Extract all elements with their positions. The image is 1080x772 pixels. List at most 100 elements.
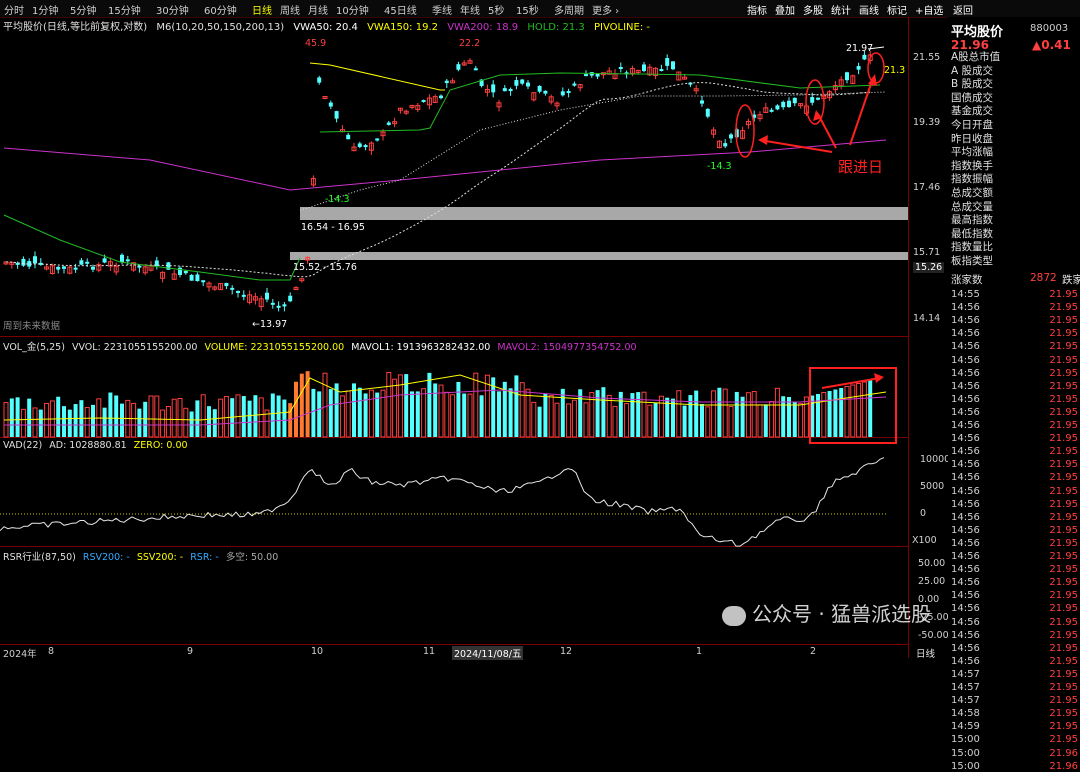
candle-body: [729, 134, 733, 139]
volume-bar: [676, 390, 682, 438]
volume-bar: [606, 394, 612, 438]
arrow-head: [874, 373, 884, 383]
candle-body: [439, 95, 443, 99]
candle-body: [700, 100, 704, 104]
candle-body: [775, 105, 780, 110]
high-label-1: 45.9: [305, 38, 327, 49]
candle-body: [224, 282, 229, 287]
candle-body: [236, 290, 240, 293]
tick-price: 21.95: [1049, 354, 1078, 366]
tick-price: 21.96: [1049, 760, 1078, 772]
volume-bar: [537, 406, 542, 437]
candle-body: [137, 265, 142, 268]
tick-time: 14:56: [951, 616, 980, 628]
volume-bar: [160, 409, 166, 438]
volume-bar: [137, 408, 142, 437]
volume-bar: [525, 388, 531, 438]
follow-through-day-note: 跟进日: [838, 158, 884, 176]
tick-price: 21.95: [1049, 328, 1078, 340]
volume-bar: [787, 396, 791, 437]
volume-bar: [120, 403, 124, 437]
tick-price: 21.95: [1049, 642, 1078, 654]
candle-body: [386, 122, 391, 125]
vad-legend-name: VAD(22): [3, 440, 43, 451]
volume-bar: [131, 402, 137, 438]
volume-bar: [479, 395, 484, 437]
volume-bar: [357, 387, 362, 437]
volume-bar: [189, 411, 194, 437]
volume-bar: [375, 392, 380, 437]
vad-legend: VAD(22) AD: 1028880.81 ZERO: 0.00: [3, 440, 188, 451]
volume-bar: [700, 403, 704, 437]
axis-divider: [908, 17, 909, 658]
zone-label-2: 15.52 - 15.76: [293, 262, 357, 273]
tick-time: 14:56: [951, 380, 980, 392]
toolbar-button[interactable]: 返回: [953, 2, 973, 17]
volume-bar: [258, 397, 264, 438]
volume-bar: [519, 382, 525, 438]
date-axis-tick: 2: [810, 646, 817, 657]
vwa150-line: [309, 62, 445, 91]
tick-price: 21.95: [1049, 551, 1078, 562]
toolbar-button[interactable]: +自选: [915, 2, 943, 17]
candle-body: [201, 280, 206, 283]
candle-body: [856, 66, 861, 70]
volume-bar: [548, 394, 554, 438]
tick-price: 21.95: [1049, 459, 1078, 471]
arrow-line: [849, 77, 874, 146]
volume-bar: [803, 396, 809, 438]
quote-side-panel: 平均股价 880003 21.96 ▲0.41 A股总市值 A 股成交 B 股成交国…: [948, 17, 1080, 772]
candle-body: [671, 61, 675, 70]
volume-bar: [235, 394, 241, 438]
rsr-axis-tick: 50.00: [918, 558, 946, 569]
tick-price: 21.95: [1049, 420, 1078, 431]
volume-bar: [566, 403, 572, 438]
rsr-axis-tick: 25.00: [918, 576, 946, 587]
volume-bar: [745, 392, 751, 438]
tick-time: 14:56: [951, 498, 980, 510]
candle-body: [265, 292, 269, 300]
candle-body: [787, 100, 791, 108]
candle-body: [270, 302, 275, 305]
candle-body: [566, 91, 571, 94]
candle-body: [537, 85, 542, 92]
volume-bar: [322, 372, 328, 438]
tick-price: 21.95: [1049, 603, 1078, 615]
volume-bar: [554, 402, 560, 438]
tick-time: 14:56: [951, 629, 980, 641]
tick-time: 14:56: [951, 655, 980, 667]
volume-bar: [433, 383, 438, 437]
tick-time: 14:56: [951, 420, 980, 431]
tick-time: 14:56: [951, 537, 980, 549]
volume-bar: [595, 390, 600, 437]
volume-bar: [84, 406, 90, 438]
volume-bar: [282, 399, 287, 437]
stock-code: 880003: [1030, 23, 1069, 34]
date-axis-tick: 12: [560, 646, 573, 657]
volume-highlight-box: [809, 367, 897, 444]
low-label-3: ←13.97: [252, 319, 288, 330]
volume-bar: [682, 405, 687, 437]
tick-price: 21.95: [1049, 695, 1078, 707]
candle-body: [91, 266, 95, 270]
candle-body: [584, 74, 588, 77]
tick-time: 14:56: [951, 642, 980, 654]
candle-body: [276, 305, 281, 308]
candle-body: [73, 267, 78, 270]
volume-bar: [861, 381, 867, 438]
volume-bar: [311, 388, 316, 437]
volume-bar: [711, 390, 717, 438]
rsr-legend-rsv: RSV200: -: [82, 552, 130, 563]
volume-bar: [177, 397, 183, 438]
volume-bar: [32, 407, 38, 438]
volume-bar: [38, 409, 43, 437]
volume-bar: [844, 386, 850, 438]
volume-bar: [827, 391, 832, 437]
volume-bar: [299, 373, 304, 437]
tick-time: 14:56: [951, 302, 980, 314]
tick-time: 14:56: [951, 446, 980, 458]
tick-price: 21.95: [1049, 655, 1078, 667]
vad-axis-tick: 0: [920, 508, 927, 519]
rsr-legend-dk: 多空: 50.00: [225, 552, 279, 563]
candle-body: [769, 109, 774, 112]
